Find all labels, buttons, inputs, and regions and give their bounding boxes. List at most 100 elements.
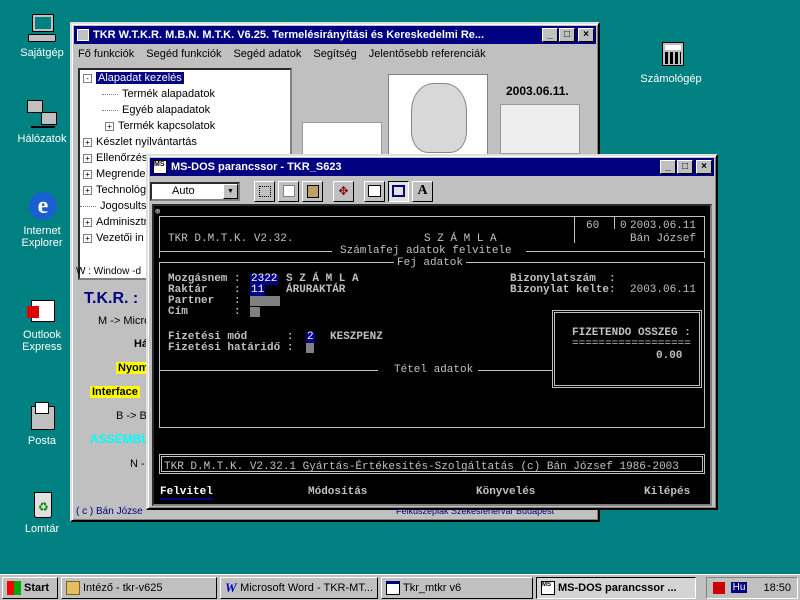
photo-frame	[388, 74, 488, 164]
tree-item-label: Termék alapadatok	[122, 88, 215, 100]
desktop-icon-internet-explorer[interactable]: e Internet Explorer	[7, 192, 77, 249]
tree-item[interactable]: Egyéb alapadatok	[80, 102, 290, 118]
internet-explorer-icon: e	[25, 192, 59, 222]
computer-icon	[25, 14, 59, 44]
expand-icon[interactable]: +	[83, 137, 92, 147]
info-line-micro: M -> Micro	[98, 315, 151, 327]
properties-button[interactable]	[364, 180, 385, 202]
maximize-button[interactable]: □	[559, 28, 575, 42]
dos-close-button[interactable]: ×	[696, 160, 712, 174]
header-user: Bán József	[630, 233, 697, 245]
cim-input[interactable]	[250, 307, 260, 317]
header-date: 2003.06.11	[630, 220, 697, 232]
menu-seged-funkciok[interactable]: Segéd funkciók	[146, 48, 221, 60]
properties-icon	[368, 185, 381, 197]
dos-minimize-button[interactable]: _	[660, 160, 676, 174]
tree-item-label: Ellenőrzés	[96, 152, 148, 164]
partner-input[interactable]	[250, 296, 280, 306]
expand-icon[interactable]: +	[83, 185, 92, 195]
tree-item[interactable]: - Alapadat kezelés	[80, 70, 290, 86]
cash-register-image	[500, 104, 580, 154]
font-size-select[interactable]: Auto ▼	[150, 181, 240, 201]
background-icon	[392, 185, 405, 197]
desktop-icon-label: Hálózatok	[17, 133, 67, 145]
tree-item-label: Készlet nyilvántartás	[96, 136, 197, 148]
paste-button[interactable]	[302, 180, 323, 202]
expand-icon[interactable]: +	[105, 121, 114, 131]
recycle-bin-icon: ♻	[25, 490, 59, 520]
collapse-icon[interactable]: -	[83, 73, 92, 83]
expand-icon[interactable]: +	[83, 169, 92, 179]
paste-icon	[306, 184, 319, 198]
mark-button[interactable]	[254, 180, 275, 202]
desktop-icon-label: Számológép	[640, 73, 702, 85]
tree-item[interactable]: + Készlet nyilvántartás	[80, 134, 290, 150]
main-window-titlebar[interactable]: TKR W.T.K.R. M.B.N. M.T.K. V6.25. Termel…	[74, 26, 596, 44]
tree-item[interactable]: Termék alapadatok	[80, 86, 290, 102]
clock[interactable]: 18:50	[763, 582, 791, 594]
menu-kilepes[interactable]: Kilépés	[644, 487, 690, 498]
header-left: TKR D.M.T.K. V2.32.	[168, 233, 294, 245]
expand-icon[interactable]: +	[83, 233, 92, 243]
close-button[interactable]: ×	[578, 28, 594, 42]
menu-seged-adatok[interactable]: Segéd adatok	[233, 48, 301, 60]
inbox-icon	[25, 402, 59, 432]
menu-referenciak[interactable]: Jelentősebb referenciák	[369, 48, 486, 60]
desktop-icon-calculator[interactable]: Számológép	[636, 40, 706, 85]
start-label: Start	[24, 581, 50, 594]
background-button[interactable]	[388, 180, 409, 202]
dos-screen[interactable]: ⊛ TKR D.M.T.K. V2.32. S Z Á M L A 60 0 2…	[152, 204, 712, 506]
copy-button[interactable]	[278, 180, 299, 202]
desktop-icon-my-computer[interactable]: Sajátgép	[7, 14, 77, 59]
dropdown-arrow-icon[interactable]: ▼	[223, 183, 238, 199]
taskbar-item-msdos[interactable]: MS MS-DOS parancssor ...	[536, 576, 696, 599]
tree-item-label: Megrende	[96, 168, 146, 180]
desktop-icon-inbox[interactable]: Posta	[7, 402, 77, 447]
expand-icon[interactable]: +	[83, 153, 92, 163]
language-indicator[interactable]: Hu	[730, 582, 748, 593]
taskbar-item-label: Microsoft Word - TKR-MT...	[240, 581, 373, 594]
tree-line-icon	[102, 109, 118, 111]
window-icon	[386, 580, 400, 595]
taskbar: Start Intéző - tkr-v625 W Microsoft Word…	[0, 574, 800, 600]
menu-konyveles[interactable]: Könyvelés	[476, 487, 535, 498]
taskbar-item-explorer[interactable]: Intéző - tkr-v625	[61, 576, 217, 599]
fizmod-text: KESZPENZ	[330, 331, 383, 343]
dos-window[interactable]: MS MS-DOS parancssor - TKR_S623 _ □ × Au…	[146, 154, 718, 510]
minimize-button[interactable]: _	[542, 28, 558, 42]
desktop-icon-network[interactable]: Hálózatok	[7, 100, 77, 145]
menu-felvitel[interactable]: Felvitel	[160, 487, 213, 500]
fizhat-input[interactable]	[306, 343, 314, 353]
dos-maximize-button[interactable]: □	[677, 160, 693, 174]
taskbar-item-word[interactable]: W Microsoft Word - TKR-MT...	[220, 576, 378, 599]
desktop-icon-outlook-express[interactable]: Outlook Express	[7, 296, 77, 353]
cim-label: Cím :	[168, 306, 241, 318]
font-button[interactable]: A	[412, 180, 433, 202]
desktop-icon-label: Posta	[27, 435, 57, 447]
desktop-icon-recycle-bin[interactable]: ♻ Lomtár	[7, 490, 77, 535]
raktar-input[interactable]: 11	[250, 285, 266, 296]
fullscreen-button[interactable]: ✥	[333, 180, 354, 202]
tree-item[interactable]: + Termék kapcsolatok	[80, 118, 290, 134]
msdos-icon: MS	[153, 160, 167, 174]
tetel-title: Tétel adatok	[394, 364, 474, 376]
info-line-n: N -	[130, 458, 145, 470]
tree-item-label: Termék kapcsolatok	[118, 120, 216, 132]
desktop-icon-label: Sajátgép	[20, 47, 64, 59]
fizmod-input[interactable]: 2	[306, 332, 315, 343]
header-right-a: 60	[586, 220, 600, 232]
menu-modositas[interactable]: Módosítás	[308, 487, 367, 498]
system-tray: Hu 18:50	[705, 576, 798, 599]
taskbar-item-label: Intéző - tkr-v625	[83, 581, 163, 594]
subtitle-line-right	[526, 251, 704, 252]
taskbar-item-tkr[interactable]: Tkr_mtkr v6	[381, 576, 533, 599]
bizonylat-kelte-value: 2003.06.11	[630, 284, 697, 296]
start-button[interactable]: Start	[2, 576, 58, 599]
fej-title: Fej adatok	[394, 258, 467, 269]
menu-fo-funkciok[interactable]: Fő funkciók	[78, 48, 134, 60]
menu-segitseg[interactable]: Segítség	[313, 48, 356, 60]
expand-icon[interactable]: +	[83, 217, 92, 227]
dos-window-titlebar[interactable]: MS MS-DOS parancssor - TKR_S623 _ □ ×	[150, 158, 714, 176]
tray-icon[interactable]	[712, 581, 725, 594]
tetel-line-right	[478, 370, 552, 371]
